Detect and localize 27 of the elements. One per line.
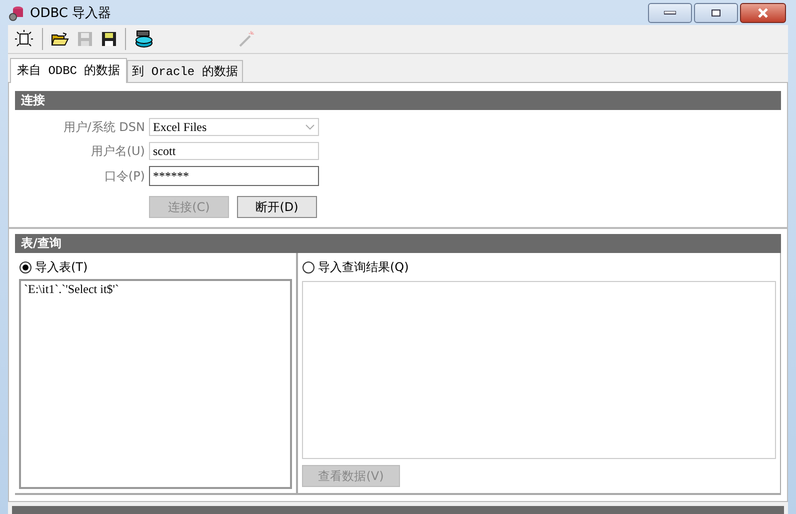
database-icon[interactable] [134, 30, 154, 48]
section-header: 表/查询 [15, 234, 781, 253]
tab[interactable]: 到 Oracle 的数据 [127, 60, 243, 82]
table-list[interactable]: `E:\it1`.`'Select it$'` [19, 279, 292, 489]
radio-button[interactable] [302, 261, 315, 274]
close-icon [757, 8, 769, 18]
close-button[interactable] [740, 2, 786, 22]
window-title: ODBC 导入器 [30, 4, 112, 22]
maximize-button[interactable] [694, 2, 738, 22]
database-gear-icon [8, 4, 24, 20]
list-item[interactable]: `E:\it1`.`'Select it$'` [24, 282, 287, 297]
field-label: 用户名(U) [90, 142, 145, 160]
radio-label[interactable]: 导入表(T) [35, 259, 88, 276]
chevron-down-icon [305, 124, 315, 130]
maximize-icon [711, 8, 721, 16]
field-label: 口令(P) [103, 168, 145, 184]
section-header: 连接 [15, 91, 781, 110]
radio-button[interactable] [19, 261, 32, 274]
new-document-icon[interactable] [14, 29, 34, 49]
tab[interactable]: 来自 ODBC 的数据 [10, 58, 128, 83]
password-field[interactable]: ****** [149, 166, 319, 186]
folder-icon[interactable] [51, 31, 69, 47]
minimize-button[interactable] [648, 2, 692, 22]
radio-label[interactable]: 导入查询结果(Q) [318, 259, 409, 276]
minimize-icon [664, 10, 676, 14]
field-label: 用户/系统 DSN [62, 118, 145, 136]
disconnect-button[interactable]: 断开(D) [237, 196, 317, 218]
